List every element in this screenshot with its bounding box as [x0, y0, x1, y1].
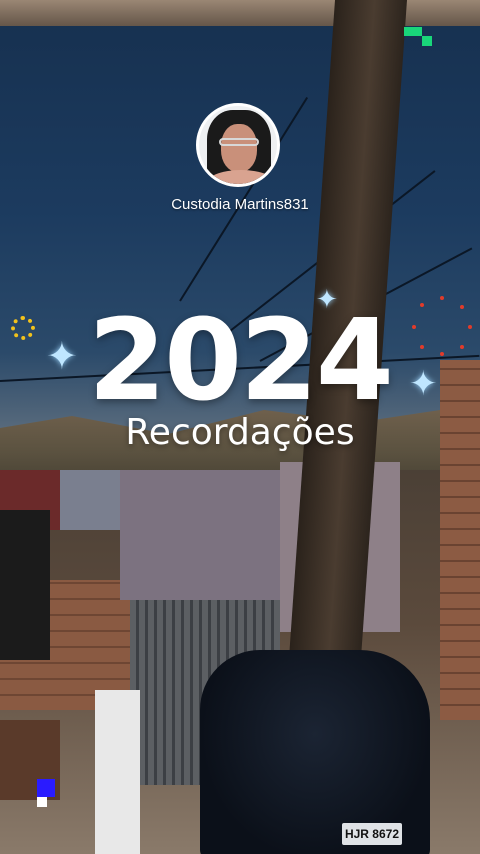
username-label[interactable]: Custodia Martins831	[0, 196, 480, 213]
hanging-cloth	[95, 690, 140, 854]
memories-subtitle: Recordações	[125, 412, 355, 453]
sparkle-icon: ✦	[316, 284, 338, 314]
sun-icon	[11, 316, 35, 340]
hanging-cloth	[120, 470, 290, 600]
license-plate: HJR 8672	[342, 823, 402, 845]
profile-avatar[interactable]	[196, 103, 280, 187]
sparkle-icon: ✦	[46, 336, 78, 378]
hanging-cloth	[0, 510, 50, 660]
roof-awning	[0, 0, 480, 26]
sparkle-icon: ✦	[409, 365, 438, 403]
